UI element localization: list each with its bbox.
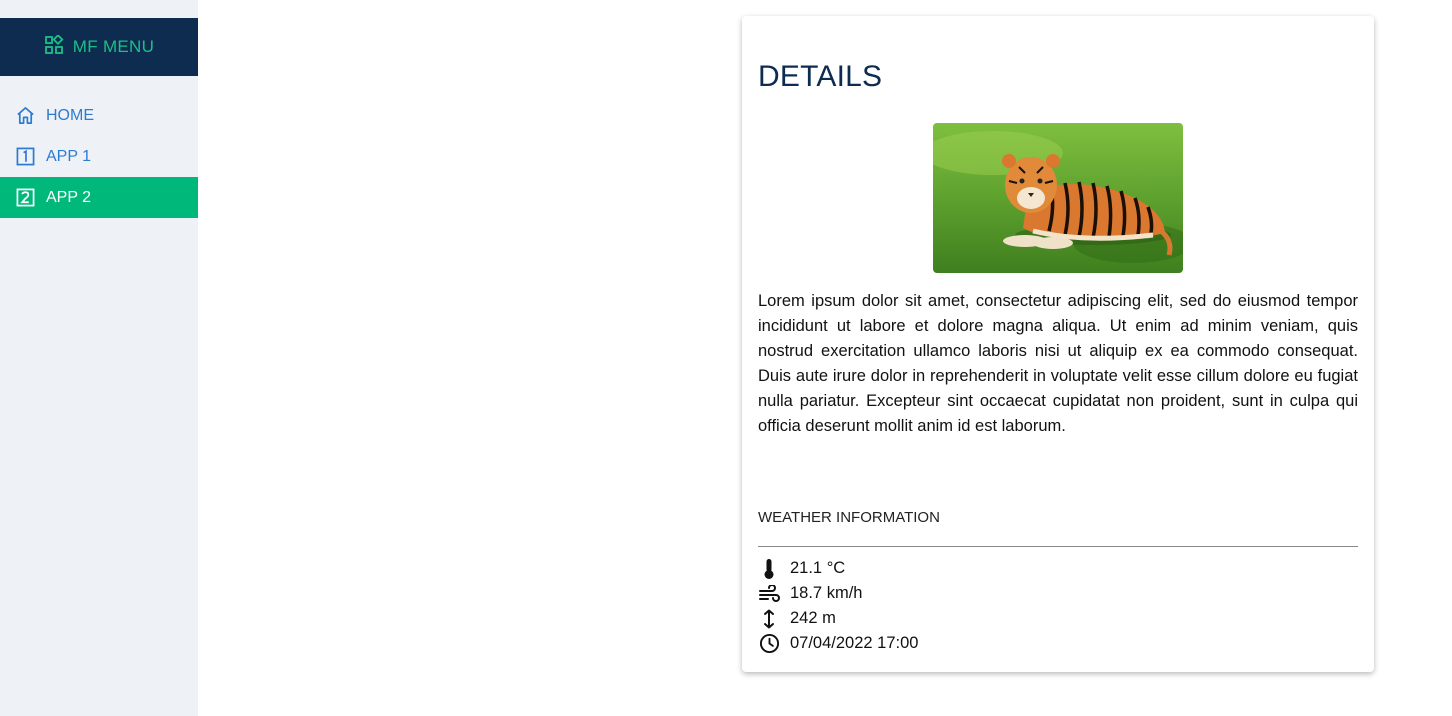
tiger-image [933, 123, 1183, 273]
sidebar-item-app2[interactable]: APP 2 [0, 177, 198, 218]
number-1-box-icon [16, 147, 35, 166]
weather-altitude-row: 242 m [758, 606, 918, 631]
sidebar-item-label: APP 2 [46, 188, 92, 206]
description-text: Lorem ipsum dolor sit amet, consectetur … [758, 292, 1358, 435]
weather-datetime-row: 07/04/2022 17:00 [758, 631, 918, 656]
sidebar: MF MENU HOME APP 1 APP 2 [0, 0, 198, 716]
clock-icon [758, 633, 780, 655]
details-card: DETAILS Lorem ipsum dolor sit amet, cons… [742, 16, 1374, 672]
thermometer-icon [758, 558, 780, 580]
temperature-value: 21.1 °C [790, 559, 846, 577]
sidebar-title: MF MENU [72, 37, 155, 56]
sidebar-header[interactable]: MF MENU [0, 18, 198, 76]
sidebar-item-label: HOME [46, 106, 94, 124]
weather-wind-row: 18.7 km/h [758, 581, 918, 606]
number-2-box-icon [16, 188, 35, 207]
wind-icon [758, 583, 780, 605]
wind-value: 18.7 km/h [790, 584, 863, 602]
sidebar-nav: HOME APP 1 APP 2 [0, 95, 198, 218]
weather-temperature-row: 21.1 °C [758, 556, 918, 581]
sidebar-item-label: APP 1 [46, 147, 92, 165]
datetime-value: 07/04/2022 17:00 [790, 634, 919, 652]
apps-grid-icon [44, 33, 64, 60]
page-title: DETAILS [758, 60, 883, 93]
altitude-value: 242 m [790, 609, 836, 627]
vertical-arrows-icon [758, 608, 780, 630]
divider [758, 546, 1358, 547]
sidebar-item-home[interactable]: HOME [0, 95, 198, 136]
sidebar-item-app1[interactable]: APP 1 [0, 136, 198, 177]
home-icon [16, 106, 35, 125]
weather-section-title: WEATHER INFORMATION [758, 509, 940, 526]
weather-list: 21.1 °C 18.7 km/h 242 m 07/04/2022 17:00 [758, 556, 918, 656]
